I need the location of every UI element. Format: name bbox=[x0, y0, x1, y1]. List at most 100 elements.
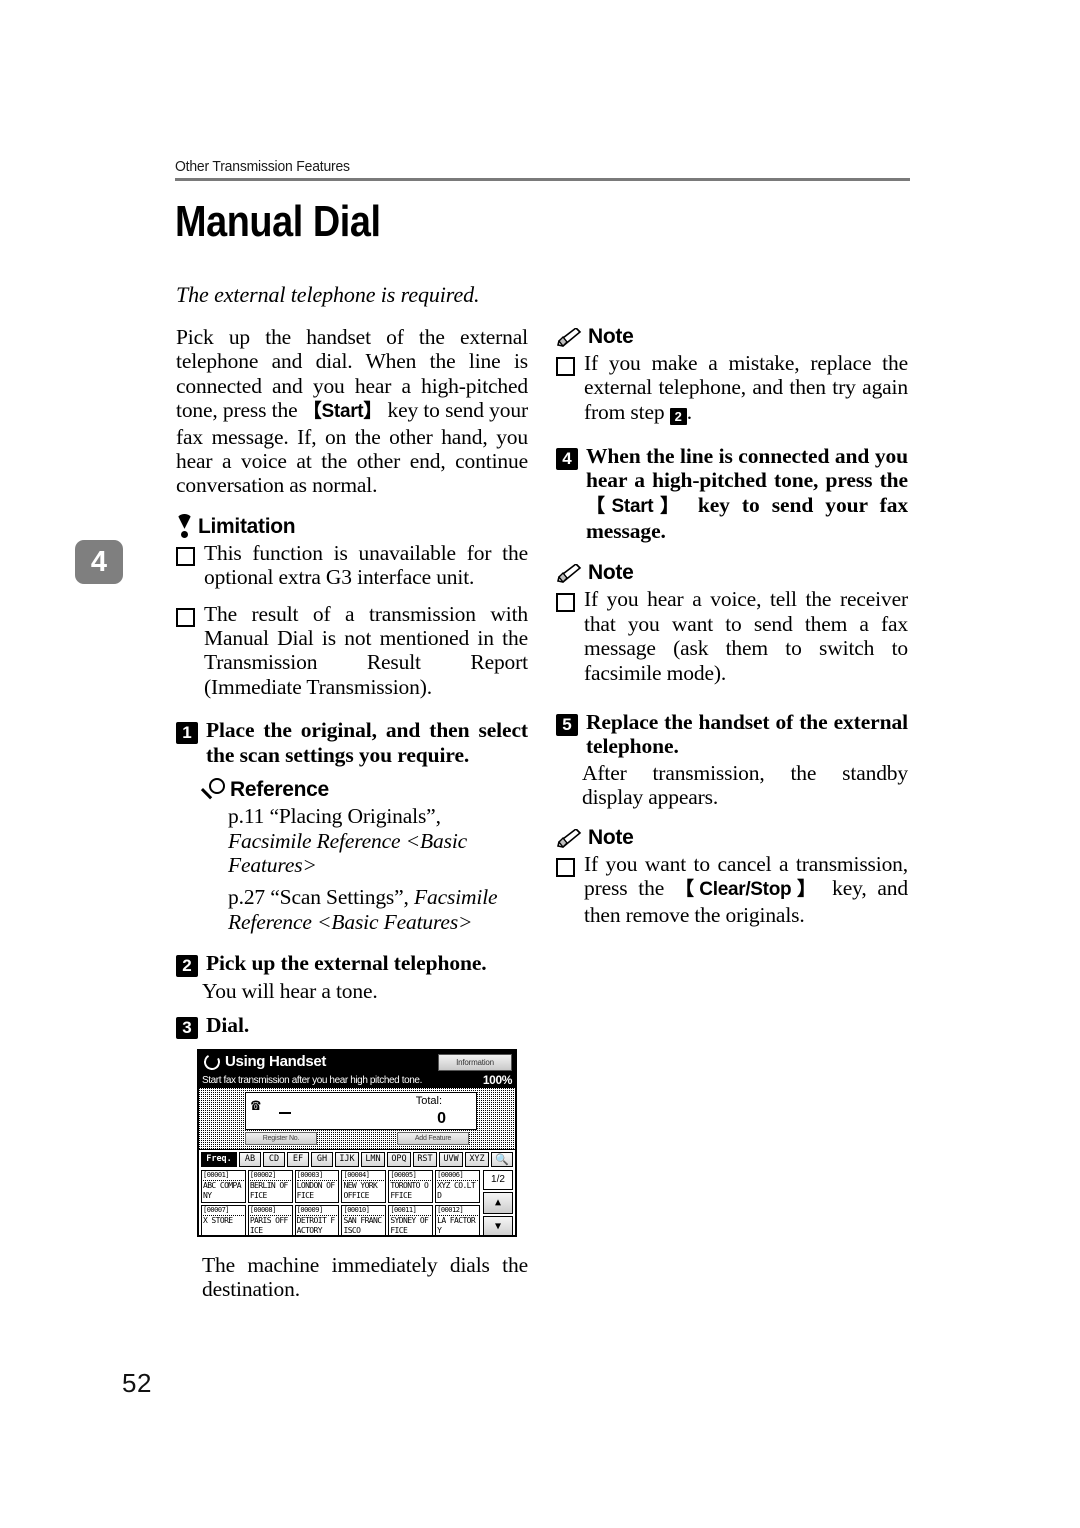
address-name: SAN FRANCISCO bbox=[343, 1215, 382, 1235]
step-3-text: Dial. bbox=[206, 1012, 250, 1037]
step-2-text: Pick up the external telephone. bbox=[206, 951, 487, 976]
scroll-down-button[interactable]: ▼ bbox=[483, 1215, 513, 1235]
address-cell[interactable]: [00012] LA FACTORY bbox=[435, 1204, 480, 1235]
note-heading-label: Note bbox=[588, 561, 634, 585]
address-id: [00008] bbox=[249, 1206, 291, 1216]
reference-item-italic: Facsimile Reference <Basic Features> bbox=[228, 828, 468, 877]
step-4: 4 When the line is connected and you hea… bbox=[556, 444, 908, 544]
address-name: LONDON OFFICE bbox=[296, 1180, 336, 1200]
note-2-text: If you hear a voice, tell the receiver t… bbox=[584, 587, 908, 685]
tab-uvw[interactable]: UVW bbox=[439, 1151, 463, 1167]
note-1-text-a: If you make a mistake, replace the exter… bbox=[584, 351, 908, 424]
intro-paragraph: Pick up the handset of the external tele… bbox=[176, 325, 528, 498]
address-cell[interactable]: [00002] BERLIN OFFICE bbox=[247, 1169, 293, 1203]
address-book-pager: 1/2 ▲ ▼ bbox=[483, 1169, 513, 1235]
limitation-heading: Limitation bbox=[176, 514, 528, 539]
lcd-title: Using Handset bbox=[225, 1053, 327, 1071]
lcd-status-message: Start fax transmission after you hear hi… bbox=[202, 1074, 422, 1086]
total-label: Total: bbox=[415, 1094, 442, 1107]
address-name: NEW YORK OFFICE bbox=[343, 1180, 378, 1200]
clear-stop-keycap: 【Clear/Stop】 bbox=[674, 879, 822, 901]
chapter-tab: 4 bbox=[75, 540, 123, 584]
step-2-number: 2 bbox=[176, 955, 198, 978]
address-cell[interactable]: [00005] TORONTO OFFICE bbox=[388, 1169, 434, 1203]
scroll-up-button[interactable]: ▲ bbox=[483, 1191, 513, 1214]
left-column: Pick up the handset of the external tele… bbox=[176, 325, 528, 1301]
address-cell[interactable]: [00001] ABC COMPANY bbox=[201, 1169, 246, 1203]
list-item: This function is unavailable for the opt… bbox=[176, 541, 528, 590]
tab-opq[interactable]: OPQ bbox=[387, 1151, 411, 1167]
tab-rst[interactable]: RST bbox=[413, 1151, 437, 1167]
information-button[interactable]: Information bbox=[438, 1053, 512, 1071]
page-title: Manual Dial bbox=[175, 197, 381, 246]
tab-freq[interactable]: Freq. bbox=[201, 1151, 237, 1167]
address-cell[interactable]: [00008] PARIS OFFICE bbox=[247, 1204, 293, 1235]
step-1-text: Place the original, and then select the … bbox=[206, 718, 528, 767]
reference-item: p.11 “Placing Originals”, Facsimile Refe… bbox=[228, 804, 528, 877]
limitation-icon bbox=[176, 514, 193, 539]
reference-item: p.27 “Scan Settings”, Facsimile Referenc… bbox=[228, 885, 528, 934]
address-id: [00006] bbox=[437, 1171, 478, 1181]
page-number: 52 bbox=[122, 1368, 152, 1398]
step-1-number: 1 bbox=[176, 722, 198, 745]
address-id: [00010] bbox=[343, 1206, 385, 1216]
address-name: X STORE bbox=[203, 1215, 233, 1225]
address-cell[interactable]: [00004] NEW YORK OFFICE bbox=[341, 1169, 387, 1203]
fax-panel-screenshot: Using Handset Information Start fax tran… bbox=[197, 1048, 517, 1237]
tab-lmn[interactable]: LMN bbox=[361, 1151, 385, 1167]
intro-note: The external telephone is required. bbox=[176, 282, 480, 307]
address-id: [00002] bbox=[249, 1171, 291, 1181]
reference-item-roman: p.11 “Placing Originals”, bbox=[228, 804, 441, 829]
destination-field[interactable]: ☎ Total: 0 bbox=[245, 1091, 477, 1130]
address-name: BERLIN OFFICE bbox=[249, 1180, 289, 1200]
step-2: 2 Pick up the external telephone. bbox=[176, 951, 528, 978]
tab-xyz[interactable]: XYZ bbox=[465, 1151, 489, 1167]
text-cursor bbox=[279, 1111, 291, 1114]
reference-heading: Reference bbox=[202, 778, 528, 802]
running-header-text: Other Transmission Features bbox=[175, 158, 350, 175]
note-heading: Note bbox=[556, 325, 908, 349]
step-3-body: The machine immediately dials the destin… bbox=[202, 1252, 528, 1301]
note-3-text: If you want to cancel a transmission, pr… bbox=[584, 852, 908, 927]
add-feature-button[interactable]: Add Feature bbox=[397, 1132, 469, 1146]
address-cell[interactable]: [00011] SYDNEY OFFICE bbox=[388, 1204, 434, 1235]
tab-ijk[interactable]: IJK bbox=[335, 1151, 359, 1167]
register-no-button[interactable]: Register No. bbox=[245, 1132, 317, 1146]
note-heading-label: Note bbox=[588, 325, 634, 348]
total-value: 0 bbox=[437, 1109, 446, 1127]
address-cell[interactable]: [00007] X STORE bbox=[201, 1204, 246, 1235]
start-keycap: 【Start】 bbox=[302, 401, 383, 423]
tab-cd[interactable]: CD bbox=[263, 1151, 285, 1167]
step-3: 3 Dial. bbox=[176, 1013, 528, 1039]
address-cell[interactable]: [00003] LONDON OFFICE bbox=[294, 1169, 340, 1203]
checkbox-bullet-icon bbox=[176, 607, 195, 627]
tab-ab[interactable]: AB bbox=[239, 1151, 261, 1167]
tab-ef[interactable]: EF bbox=[287, 1151, 309, 1167]
address-book-area: [00001] ABC COMPANY [00002] BERLIN OFFICE … bbox=[199, 1167, 515, 1235]
address-name: SYDNEY OFFICE bbox=[390, 1215, 429, 1235]
tab-gh[interactable]: GH bbox=[311, 1151, 333, 1167]
note-heading: Note bbox=[556, 826, 908, 850]
checkbox-bullet-icon bbox=[176, 546, 195, 566]
address-cell[interactable]: [00006] XYZ CO.LTD bbox=[435, 1169, 480, 1203]
checkbox-bullet-icon bbox=[556, 593, 575, 613]
search-icon[interactable]: 🔍 bbox=[491, 1151, 513, 1167]
step-5: 5 Replace the handset of the external te… bbox=[556, 710, 908, 759]
address-name: LA FACTORY bbox=[437, 1215, 476, 1235]
address-cell[interactable]: [00009] DETROIT FACTORY bbox=[294, 1204, 340, 1235]
note-1-text: If you make a mistake, replace the exter… bbox=[584, 351, 908, 425]
pencil-icon bbox=[556, 563, 583, 585]
limitation-heading-label: Limitation bbox=[198, 514, 296, 538]
list-item: If you want to cancel a transmission, pr… bbox=[556, 852, 908, 927]
address-name: PARIS OFFICE bbox=[249, 1215, 289, 1235]
list-item: If you make a mistake, replace the exter… bbox=[556, 351, 908, 425]
right-column: Note If you make a mistake, replace the … bbox=[556, 325, 908, 930]
address-cell[interactable]: [00010] SAN FRANCISCO bbox=[341, 1204, 387, 1235]
pencil-icon bbox=[556, 828, 583, 850]
list-item: The result of a transmission with Manual… bbox=[176, 602, 528, 700]
lcd-sub-button-row: Register No. Add Feature bbox=[245, 1132, 477, 1146]
limitation-item-text: The result of a transmission with Manual… bbox=[204, 601, 528, 699]
address-id: [00004] bbox=[343, 1171, 385, 1181]
checkbox-bullet-icon bbox=[556, 357, 575, 376]
lcd-zoom-level: 100% bbox=[482, 1073, 512, 1088]
